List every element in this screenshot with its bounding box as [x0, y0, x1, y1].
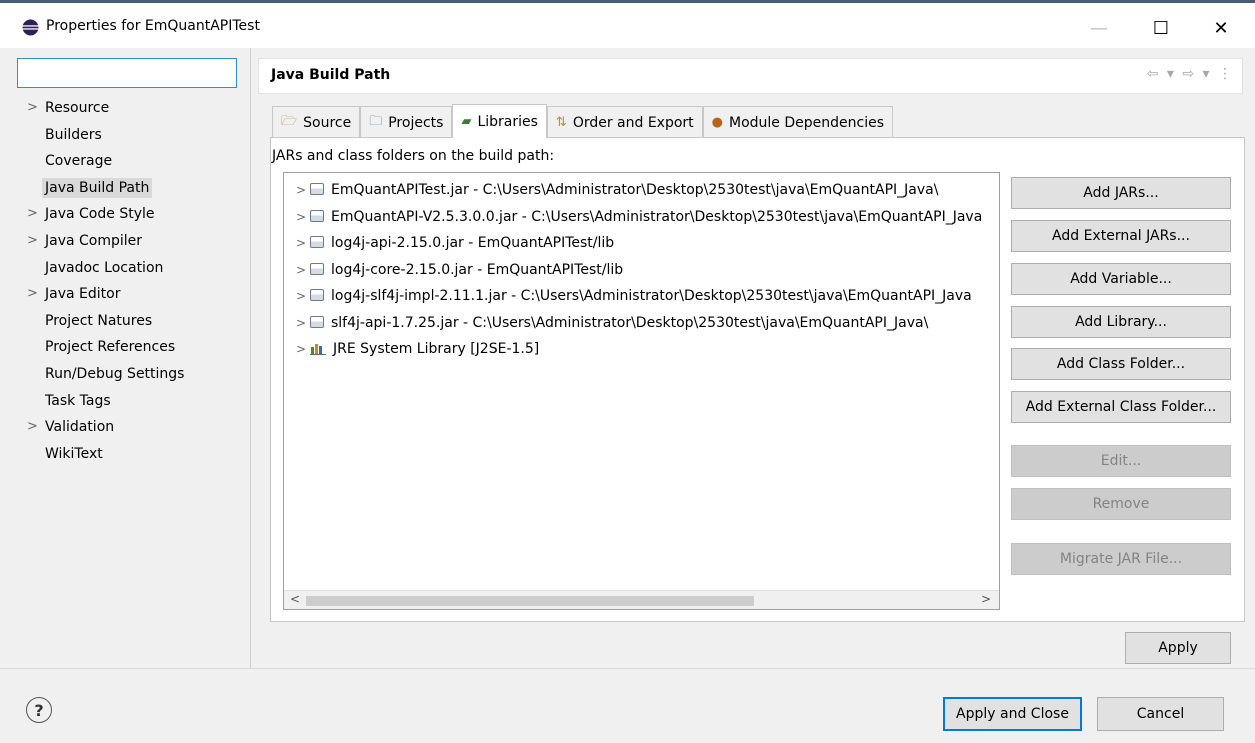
libraries-tree[interactable]: > EmQuantAPITest.jar - C:\Users\Administr… [283, 172, 1000, 610]
nav-item-java-compiler[interactable]: > Java Compiler [17, 228, 247, 255]
window-title: Properties for EmQuantAPITest [46, 18, 260, 34]
chevron-right-icon[interactable]: > [296, 283, 310, 309]
chevron-right-icon[interactable]: > [296, 336, 310, 362]
chevron-right-icon[interactable]: > [296, 310, 310, 336]
scroll-left-icon[interactable]: < [290, 592, 300, 606]
scrollbar-thumb[interactable] [306, 596, 754, 606]
chevron-right-icon[interactable]: > [296, 177, 310, 203]
nav-item-project-natures[interactable]: Project Natures [17, 308, 247, 335]
list-item[interactable]: > log4j-slf4j-impl-2.11.1.jar - C:\Users\… [284, 283, 999, 310]
jar-icon [310, 236, 324, 248]
remove-button[interactable]: Remove [1011, 488, 1231, 520]
list-item[interactable]: > log4j-api-2.15.0.jar - EmQuantAPITest/l… [284, 230, 999, 257]
nav-item-builders[interactable]: Builders [17, 122, 247, 149]
jar-icon [310, 209, 324, 222]
jar-icon [310, 315, 324, 328]
projects-icon: 🗀 [369, 113, 383, 129]
jar-icon [310, 262, 324, 275]
nav-item-javadoc-location[interactable]: Javadoc Location [17, 255, 247, 282]
jar-icon [310, 289, 324, 301]
nav-item-wikitext[interactable]: WikiText [17, 441, 247, 468]
chevron-right-icon[interactable]: > [27, 281, 38, 307]
add-class-folder-button[interactable]: Add Class Folder... [1011, 348, 1231, 380]
edit-button[interactable]: Edit... [1011, 445, 1231, 477]
add-external-class-folder-button[interactable]: Add External Class Folder... [1011, 391, 1231, 423]
footer-divider [0, 668, 1255, 669]
libraries-label: JARs and class folders on the build path… [272, 148, 555, 164]
jar-icon [310, 183, 324, 195]
chevron-right-icon[interactable]: > [27, 414, 38, 440]
filter-input[interactable] [17, 58, 237, 88]
chevron-right-icon[interactable]: > [296, 230, 310, 256]
add-library-button[interactable]: Add Library... [1011, 306, 1231, 338]
tab-projects[interactable]: 🗀 Projects [360, 106, 453, 138]
close-button[interactable]: ✕ [1198, 11, 1244, 45]
add-variable-button[interactable]: Add Variable... [1011, 263, 1231, 295]
list-item[interactable]: > slf4j-api-1.7.25.jar - C:\Users\Adminis… [284, 310, 999, 337]
tab-module-dependencies[interactable]: ● Module Dependencies [702, 106, 894, 138]
list-item[interactable]: > JRE System Library [J2SE-1.5] [284, 336, 999, 363]
nav-item-resource[interactable]: > Resource [17, 95, 247, 122]
cancel-button[interactable]: Cancel [1097, 697, 1224, 731]
tab-libraries[interactable]: ▰ Libraries [452, 104, 547, 138]
nav-item-java-build-path[interactable]: Java Build Path [17, 175, 247, 202]
add-external-jars-button[interactable]: Add External JARs... [1011, 220, 1231, 252]
history-nav-arrows[interactable]: ⇦ ▾ ⇨ ▾ ⋮ [1147, 66, 1234, 82]
list-item[interactable]: > EmQuantAPITest.jar - C:\Users\Administr… [284, 177, 999, 204]
order-export-icon: ⇅ [555, 115, 567, 130]
sash-divider[interactable] [250, 48, 251, 668]
page-title: Java Build Path [271, 67, 391, 83]
apply-button[interactable]: Apply [1125, 632, 1231, 664]
scroll-right-icon[interactable]: > [981, 592, 991, 606]
nav-item-run-debug-settings[interactable]: Run/Debug Settings [17, 361, 247, 388]
source-folder-icon: 🗁 [281, 113, 298, 129]
nav-item-project-references[interactable]: Project References [17, 334, 247, 361]
nav-item-task-tags[interactable]: Task Tags [17, 388, 247, 415]
nav-item-java-editor[interactable]: > Java Editor [17, 281, 247, 308]
list-item[interactable]: > EmQuantAPI-V2.5.3.0.0.jar - C:\Users\Ad… [284, 204, 999, 231]
tab-source[interactable]: 🗁 Source [272, 106, 361, 138]
nav-item-coverage[interactable]: Coverage [17, 148, 247, 175]
eclipse-icon [22, 19, 39, 36]
migrate-jar-button[interactable]: Migrate JAR File... [1011, 543, 1231, 575]
chevron-right-icon[interactable]: > [27, 201, 38, 227]
tab-bar: 🗁 Source 🗀 Projects ▰ Libraries ⇅ Order … [272, 104, 894, 138]
title-bar: Properties for EmQuantAPITest — ☐ ✕ [0, 0, 1255, 48]
libraries-icon: ▰ [461, 114, 472, 129]
chevron-right-icon[interactable]: > [27, 95, 38, 121]
chevron-right-icon[interactable]: > [27, 228, 38, 254]
add-jars-button[interactable]: Add JARs... [1011, 177, 1231, 209]
jre-library-icon [310, 343, 326, 355]
nav-item-java-code-style[interactable]: > Java Code Style [17, 201, 247, 228]
page-header: Java Build Path ⇦ ▾ ⇨ ▾ ⋮ [258, 58, 1243, 94]
module-icon: ● [711, 115, 724, 130]
chevron-right-icon[interactable]: > [296, 204, 310, 230]
horizontal-scrollbar[interactable]: < > [284, 590, 999, 609]
maximize-button[interactable]: ☐ [1138, 11, 1184, 45]
property-tree: > Resource Builders Coverage Java Build P… [17, 95, 247, 467]
list-item[interactable]: > log4j-core-2.15.0.jar - EmQuantAPITest/… [284, 257, 999, 284]
apply-and-close-button[interactable]: Apply and Close [943, 697, 1082, 731]
nav-item-validation[interactable]: > Validation [17, 414, 247, 441]
tab-order-and-export[interactable]: ⇅ Order and Export [546, 106, 703, 138]
minimize-button[interactable]: — [1076, 11, 1122, 45]
chevron-right-icon[interactable]: > [296, 257, 310, 283]
help-icon[interactable]: ? [26, 697, 52, 723]
